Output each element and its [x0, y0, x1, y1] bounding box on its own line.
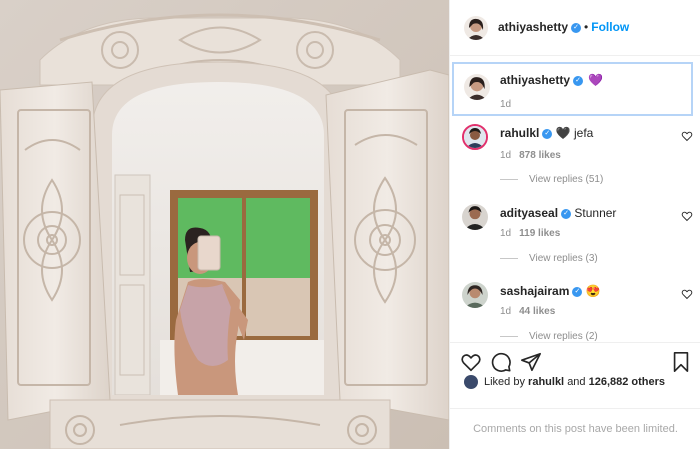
comment-time[interactable]: 1d — [500, 306, 511, 317]
verified-badge-icon: ✓ — [573, 75, 584, 86]
replies-divider — [500, 257, 518, 259]
comment-time[interactable]: 1d — [500, 150, 511, 161]
likes-count[interactable]: 126,882 others — [589, 376, 665, 388]
liked-by-connector: and — [567, 375, 586, 388]
view-replies-label: View replies (51) — [529, 174, 604, 185]
author-avatar[interactable] — [464, 16, 488, 40]
comment-like-heart-icon[interactable] — [681, 130, 693, 142]
separator-dot: • — [584, 20, 589, 34]
comments-list[interactable]: athiyashetty✓ 💜 1d rahulkl✓ � — [450, 56, 700, 342]
share-paper-plane-icon[interactable] — [520, 351, 542, 373]
author-avatar-image — [464, 16, 488, 40]
view-replies-button[interactable]: View replies (3) — [500, 253, 598, 264]
comment-meta: 1d 119 likes — [500, 228, 560, 239]
verified-badge-icon: ✓ — [542, 128, 553, 139]
comment-meta: 1d 878 likes — [500, 150, 561, 161]
replies-divider — [500, 335, 518, 337]
comment-item: sashajairam ✓ 😍 1d 44 likes View replies (… — [450, 280, 700, 342]
liker-username[interactable]: rahulkl — [528, 376, 564, 388]
caption-avatar-image — [464, 74, 490, 100]
liker-avatar[interactable] — [464, 375, 478, 389]
comment-avatar[interactable] — [462, 204, 488, 230]
follow-button[interactable]: Follow — [591, 20, 629, 34]
like-heart-icon[interactable] — [460, 351, 482, 373]
comment-like-heart-icon[interactable] — [681, 210, 693, 222]
comment-likes[interactable]: 119 likes — [519, 228, 560, 239]
caption-time[interactable]: 1d — [500, 99, 511, 110]
comment-username[interactable]: sashajairam — [500, 284, 569, 298]
commenter-avatar-image — [464, 126, 486, 148]
caption-username[interactable]: athiyashetty — [500, 73, 570, 87]
post-photo[interactable] — [0, 0, 449, 449]
comment-like-heart-icon[interactable] — [681, 288, 693, 300]
header-user-line: athiyashetty ✓ • Follow — [498, 20, 629, 34]
commenter-avatar-image — [462, 204, 488, 230]
instagram-post: athiyashetty✓•Follow athiyashetty✓ 💜 — [0, 0, 700, 449]
liked-by-prefix: Liked by — [484, 375, 525, 388]
view-replies-label: View replies (3) — [529, 253, 598, 264]
verified-badge-icon: ✓ — [571, 22, 582, 33]
comment-text: 🖤 jefa — [555, 126, 594, 140]
comment-text: 😍 — [585, 284, 601, 298]
caption-block: athiyashetty ✓ 💜 1d — [452, 62, 693, 116]
comment-item: adityaseal ✓ Stunner 1d 119 likes View rep… — [450, 202, 700, 274]
comment-likes[interactable]: 44 likes — [519, 306, 555, 317]
view-replies-label: View replies (2) — [529, 331, 598, 342]
comment-meta: 1d 44 likes — [500, 306, 555, 317]
comment-avatar[interactable] — [462, 124, 488, 150]
comment-item: rahulkl ✓ 🖤 jefa 1d 878 likes View replies… — [450, 122, 700, 194]
comment-likes[interactable]: 878 likes — [519, 150, 561, 161]
comments-limited-notice: Comments on this post have been limited. — [450, 408, 700, 449]
comment-line: sashajairam ✓ 😍 — [500, 284, 601, 298]
comment-line: rahulkl ✓ 🖤 jefa — [500, 126, 593, 140]
comment-time[interactable]: 1d — [500, 228, 511, 239]
verified-badge-icon: ✓ — [572, 286, 583, 297]
comment-username[interactable]: adityaseal — [500, 206, 558, 220]
view-replies-button[interactable]: View replies (51) — [500, 174, 603, 185]
author-username[interactable]: athiyashetty — [498, 20, 568, 34]
comment-avatar[interactable] — [462, 282, 488, 308]
comment-username[interactable]: rahulkl — [500, 126, 539, 140]
liked-by-line: Liked by rahulkl and 126,882 others — [464, 375, 665, 389]
view-replies-button[interactable]: View replies (2) — [500, 331, 598, 342]
comment-line: adityaseal ✓ Stunner — [500, 206, 616, 220]
replies-divider — [500, 178, 518, 180]
caption-text: 💜 — [588, 73, 604, 87]
commenter-avatar-image — [462, 282, 488, 308]
post-header: athiyashetty ✓ • Follow — [450, 0, 700, 56]
post-actions: Liked by rahulkl and 126,882 others — [450, 342, 700, 408]
caption-avatar[interactable] — [464, 74, 490, 100]
comment-bubble-icon[interactable] — [490, 351, 512, 373]
post-side-panel: athiyashetty✓•Follow athiyashetty✓ 💜 — [449, 0, 700, 449]
comment-text: Stunner — [574, 206, 617, 220]
mirror-selfie-image — [0, 0, 449, 449]
save-bookmark-icon[interactable] — [670, 351, 692, 373]
verified-badge-icon: ✓ — [561, 208, 572, 219]
caption-line: athiyashetty ✓ 💜 — [500, 73, 603, 87]
